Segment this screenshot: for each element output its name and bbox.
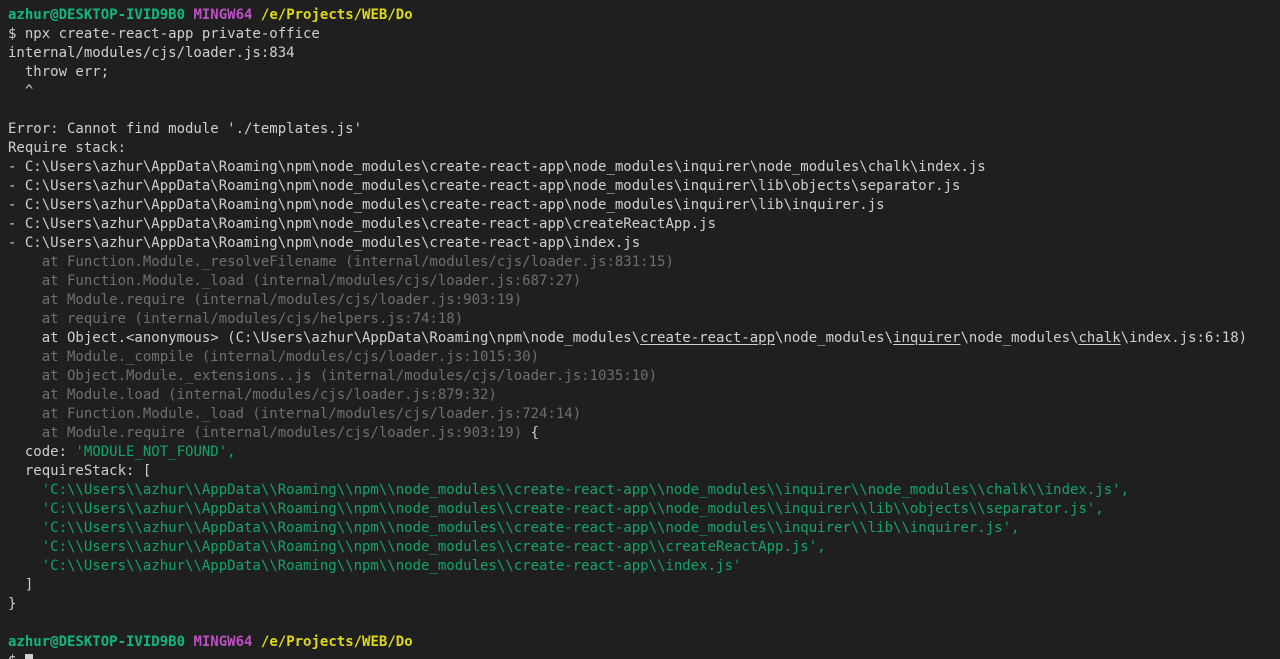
text-segment: \node_modules\ [960, 330, 1079, 346]
text-segment [252, 634, 260, 650]
prompt-shell: MINGW64 [193, 634, 253, 650]
prompt-shell: MINGW64 [193, 7, 253, 23]
text-segment: at Function.Module._load (internal/modul… [8, 406, 582, 422]
terminal-line: at Module.require (internal/modules/cjs/… [8, 424, 1280, 443]
text-segment: Require stack: [8, 140, 127, 156]
terminal-line: - C:\Users\azhur\AppData\Roaming\npm\nod… [8, 196, 1280, 215]
text-segment: 'C:\\Users\\azhur\\AppData\\Roaming\\npm… [8, 501, 1104, 517]
prompt-symbol: $ [8, 653, 25, 659]
terminal-line: at require (internal/modules/cjs/helpers… [8, 310, 1280, 329]
terminal-line: 'C:\\Users\\azhur\\AppData\\Roaming\\npm… [8, 538, 1280, 557]
terminal-line: at Module._compile (internal/modules/cjs… [8, 348, 1280, 367]
prompt-user-host: azhur@DESKTOP-IVID9B0 [8, 634, 186, 650]
text-segment: inquirer [893, 330, 961, 346]
text-segment: at require (internal/modules/cjs/helpers… [8, 311, 464, 327]
terminal-line: at Object.<anonymous> (C:\Users\azhur\Ap… [8, 329, 1280, 348]
terminal-line: - C:\Users\azhur\AppData\Roaming\npm\nod… [8, 158, 1280, 177]
terminal-line: at Module.require (internal/modules/cjs/… [8, 291, 1280, 310]
text-segment: at Function.Module._resolveFilename (int… [8, 254, 674, 270]
terminal-line: requireStack: [ [8, 462, 1280, 481]
text-segment: - C:\Users\azhur\AppData\Roaming\npm\nod… [8, 197, 885, 213]
command-line: $ npx create-react-app private-office [8, 26, 320, 42]
terminal-line: - C:\Users\azhur\AppData\Roaming\npm\nod… [8, 234, 1280, 253]
terminal-line: 'C:\\Users\\azhur\\AppData\\Roaming\\npm… [8, 519, 1280, 538]
error-message: Error: Cannot find module './templates.j… [8, 121, 363, 137]
text-segment: requireStack: [ [8, 463, 152, 479]
text-segment [252, 7, 260, 23]
terminal-line: at Function.Module._resolveFilename (int… [8, 253, 1280, 272]
terminal-line: at Object.Module._extensions..js (intern… [8, 367, 1280, 386]
text-segment: 'C:\\Users\\azhur\\AppData\\Roaming\\npm… [8, 520, 1020, 536]
terminal-line: $ [8, 652, 1280, 659]
text-segment: at Module._compile (internal/modules/cjs… [8, 349, 540, 365]
text-segment: at Module.require (internal/modules/cjs/… [8, 425, 531, 441]
terminal-line: throw err; [8, 63, 1280, 82]
text-segment: at Module.load (internal/modules/cjs/loa… [8, 387, 497, 403]
text-segment: at Function.Module._load (internal/modul… [8, 273, 582, 289]
text-segment: - C:\Users\azhur\AppData\Roaming\npm\nod… [8, 178, 961, 194]
terminal-line: Require stack: [8, 139, 1280, 158]
terminal-line: code: 'MODULE_NOT_FOUND', [8, 443, 1280, 462]
terminal-line: at Module.load (internal/modules/cjs/loa… [8, 386, 1280, 405]
terminal-line: at Function.Module._load (internal/modul… [8, 272, 1280, 291]
prompt-cwd: /e/Projects/WEB/Do [260, 7, 413, 23]
text-segment: ^ [8, 83, 34, 99]
terminal-line: 'C:\\Users\\azhur\\AppData\\Roaming\\npm… [8, 481, 1280, 500]
terminal-line: 'C:\\Users\\azhur\\AppData\\Roaming\\npm… [8, 557, 1280, 576]
terminal-line: ^ [8, 82, 1280, 101]
text-segment: at Object.<anonymous> (C:\Users\azhur\Ap… [8, 330, 641, 346]
terminal-line: ] [8, 576, 1280, 595]
terminal-line: $ npx create-react-app private-office [8, 25, 1280, 44]
text-segment: - C:\Users\azhur\AppData\Roaming\npm\nod… [8, 216, 717, 232]
error-code: 'MODULE_NOT_FOUND', [75, 444, 236, 460]
terminal-line: Error: Cannot find module './templates.j… [8, 120, 1280, 139]
text-segment: - C:\Users\azhur\AppData\Roaming\npm\nod… [8, 235, 641, 251]
text-segment: { [530, 425, 540, 441]
terminal-line: at Function.Module._load (internal/modul… [8, 405, 1280, 424]
terminal-line: 'C:\\Users\\azhur\\AppData\\Roaming\\npm… [8, 500, 1280, 519]
prompt-cwd: /e/Projects/WEB/Do [260, 634, 413, 650]
terminal-line: - C:\Users\azhur\AppData\Roaming\npm\nod… [8, 177, 1280, 196]
terminal-line: azhur@DESKTOP-IVID9B0 MINGW64 /e/Project… [8, 6, 1280, 25]
terminal-line: azhur@DESKTOP-IVID9B0 MINGW64 /e/Project… [8, 633, 1280, 652]
text-segment: at Module.require (internal/modules/cjs/… [8, 292, 523, 308]
prompt-user-host: azhur@DESKTOP-IVID9B0 [8, 7, 186, 23]
terminal-line: internal/modules/cjs/loader.js:834 [8, 44, 1280, 63]
text-segment: 'C:\\Users\\azhur\\AppData\\Roaming\\npm… [8, 482, 1130, 498]
text-segment: 'C:\\Users\\azhur\\AppData\\Roaming\\npm… [8, 558, 742, 574]
text-segment: internal/modules/cjs/loader.js:834 [8, 45, 295, 61]
text-segment: } [8, 596, 17, 612]
text-segment: 'C:\\Users\\azhur\\AppData\\Roaming\\npm… [8, 539, 826, 555]
text-segment: code: [8, 444, 76, 460]
text-segment: ] [8, 577, 34, 593]
text-segment: chalk [1078, 330, 1121, 346]
terminal-screen[interactable]: azhur@DESKTOP-IVID9B0 MINGW64 /e/Project… [0, 0, 1280, 659]
terminal-cursor [24, 654, 33, 659]
text-segment: create-react-app [640, 330, 776, 346]
text-segment: at Object.Module._extensions..js (intern… [8, 368, 658, 384]
text-segment: throw err; [8, 64, 110, 80]
terminal-line: - C:\Users\azhur\AppData\Roaming\npm\nod… [8, 215, 1280, 234]
text-segment: \node_modules\ [775, 330, 894, 346]
text-segment: \index.js:6:18) [1120, 330, 1248, 346]
text-segment: - C:\Users\azhur\AppData\Roaming\npm\nod… [8, 159, 986, 175]
terminal-line: } [8, 595, 1280, 614]
